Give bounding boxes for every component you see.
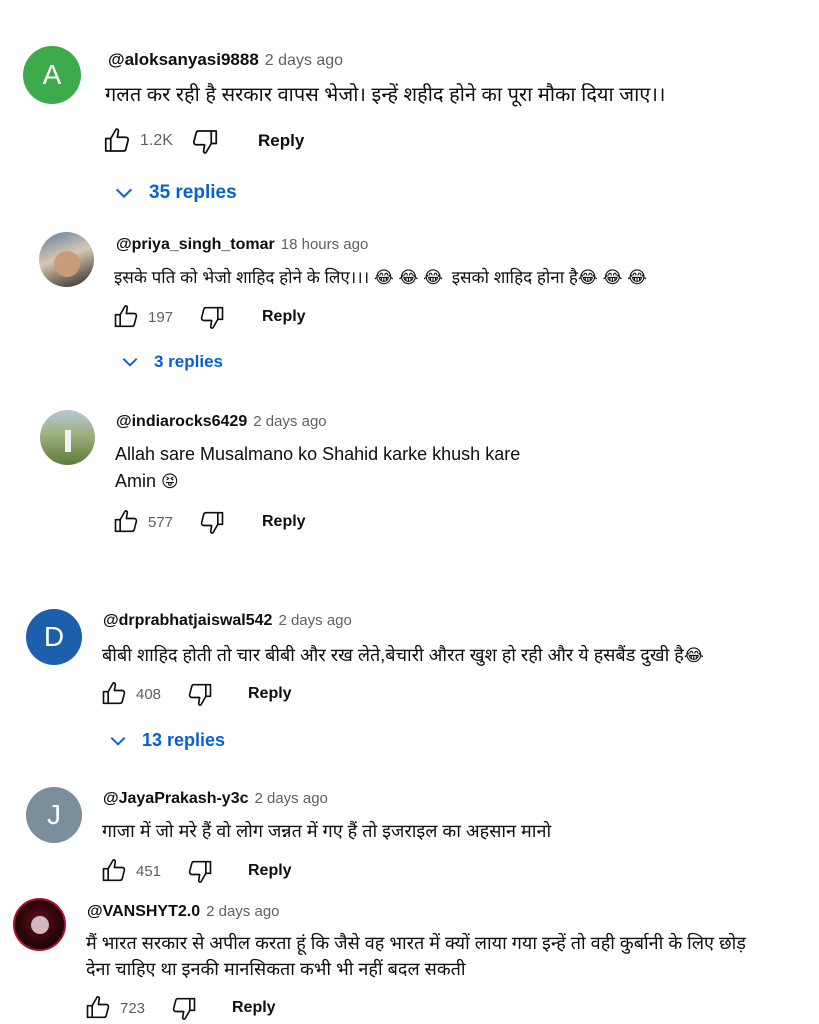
avatar[interactable]: A [23, 46, 81, 104]
comment-time[interactable]: 2 days ago [254, 790, 327, 807]
comment-author[interactable]: @aloksanyasi9888 [108, 50, 259, 69]
comment-text-part: Amin [115, 471, 157, 491]
thumb-down-icon [190, 126, 220, 156]
avatar[interactable] [40, 410, 95, 465]
comment-text-part: इसके पति को भेजो शाहिद होने के लिए।।। [114, 268, 370, 287]
chevron-down-icon [113, 182, 135, 204]
comment-time[interactable]: 18 hours ago [281, 236, 369, 253]
comment-text: बीबी शाहिद होती तो चार बीबी और रख लेते,ब… [102, 642, 704, 669]
emoji: 😂 [602, 268, 623, 287]
comment-text: Amin 😝 [115, 468, 179, 495]
emoji: 😂 [373, 268, 394, 287]
thumb-up-icon [100, 857, 128, 885]
reply-button[interactable]: Reply [258, 131, 304, 151]
avatar[interactable]: J [26, 787, 82, 843]
like-count: 723 [120, 999, 146, 1017]
thumb-up-icon [112, 508, 140, 536]
comment-author[interactable]: @JayaPrakash-y3c [103, 790, 248, 807]
thumb-down-icon [186, 680, 214, 708]
thumb-up-icon [100, 680, 128, 708]
avatar-photo [64, 429, 71, 452]
avatar-letter: A [42, 59, 62, 90]
dislike-button[interactable] [190, 126, 220, 156]
reply-button[interactable]: Reply [262, 308, 306, 326]
comment-author[interactable]: @VANSHYT2.0 [87, 903, 200, 920]
emoji: 😂 [423, 268, 443, 287]
thumb-down-icon [198, 508, 226, 536]
like-count: 451 [136, 862, 162, 880]
avatar[interactable] [13, 898, 66, 951]
comment-text: Allah sare Musalmano ko Shahid karke khu… [115, 444, 521, 464]
reply-button[interactable]: Reply [262, 513, 306, 531]
thumb-down-icon [170, 994, 198, 1022]
comment-author[interactable]: @indiarocks6429 [116, 413, 247, 430]
avatar-letter: D [43, 621, 65, 652]
like-button[interactable] [102, 126, 132, 156]
comment-text: गलत कर रही है सरकार वापस भेजो। इन्हें शह… [105, 84, 666, 106]
emoji: 😂 [627, 268, 647, 287]
emoji: 😂 [577, 268, 598, 287]
reply-button[interactable]: Reply [248, 862, 292, 880]
view-replies-button[interactable]: 3 replies [120, 352, 223, 372]
avatar-logo [30, 915, 49, 934]
comment-text: मैं भारत सरकार से अपील करता हूं कि जैसे … [86, 933, 746, 953]
chevron-down-icon [120, 352, 140, 372]
comment-text: इसके पति को भेजो शाहिद होने के लिए।।। 😂 … [114, 264, 647, 291]
thumb-down-icon [186, 857, 214, 885]
like-count: 1.2K [140, 132, 173, 149]
comment-text: देना चाहिए था इनकी मानसिकता कभी भी नहीं … [86, 959, 466, 979]
emoji: 😂 [683, 646, 704, 665]
view-replies-button[interactable]: 13 replies [108, 730, 225, 751]
avatar[interactable] [39, 232, 94, 287]
like-button[interactable] [84, 994, 112, 1022]
comment-time[interactable]: 2 days ago [206, 903, 279, 920]
avatar-letter: J [47, 799, 61, 830]
thumb-up-icon [84, 994, 112, 1022]
avatar-photo [53, 250, 80, 277]
comment-time[interactable]: 2 days ago [253, 413, 326, 430]
comment-text-part: बीबी शाहिद होती तो चार बीबी और रख लेते,ब… [102, 645, 684, 665]
comment-time[interactable]: 2 days ago [265, 52, 343, 69]
thumb-up-icon [102, 126, 132, 156]
like-button[interactable] [100, 857, 128, 885]
view-replies-button[interactable]: 35 replies [113, 182, 237, 204]
comment-text-part: इसको शाहिद होना है [451, 268, 578, 287]
like-button[interactable] [112, 508, 140, 536]
comment-text: गाजा में जो मरे हैं वो लोग जन्नत में गए … [102, 821, 552, 841]
replies-count-label: 3 replies [154, 352, 223, 371]
replies-count-label: 13 replies [142, 730, 226, 750]
dislike-button[interactable] [186, 857, 214, 885]
dislike-button[interactable] [198, 508, 226, 536]
reply-button[interactable]: Reply [232, 999, 276, 1017]
emoji: 😝 [161, 472, 179, 491]
chevron-down-icon [108, 731, 128, 751]
like-count: 197 [148, 308, 174, 326]
emoji: 😂 [398, 268, 419, 287]
comment-time[interactable]: 2 days ago [278, 612, 351, 629]
like-button[interactable] [100, 680, 128, 708]
dislike-button[interactable] [170, 994, 198, 1022]
dislike-button[interactable] [198, 303, 226, 331]
like-button[interactable] [112, 303, 140, 331]
dislike-button[interactable] [186, 680, 214, 708]
like-count: 577 [148, 513, 174, 531]
replies-count-label: 35 replies [149, 182, 237, 203]
avatar[interactable]: D [26, 609, 82, 665]
reply-button[interactable]: Reply [248, 685, 292, 703]
thumb-up-icon [112, 303, 140, 331]
comment-author[interactable]: @drprabhatjaiswal542 [103, 612, 272, 629]
thumb-down-icon [198, 303, 226, 331]
comment-author[interactable]: @priya_singh_tomar [116, 236, 275, 253]
like-count: 408 [136, 685, 162, 703]
